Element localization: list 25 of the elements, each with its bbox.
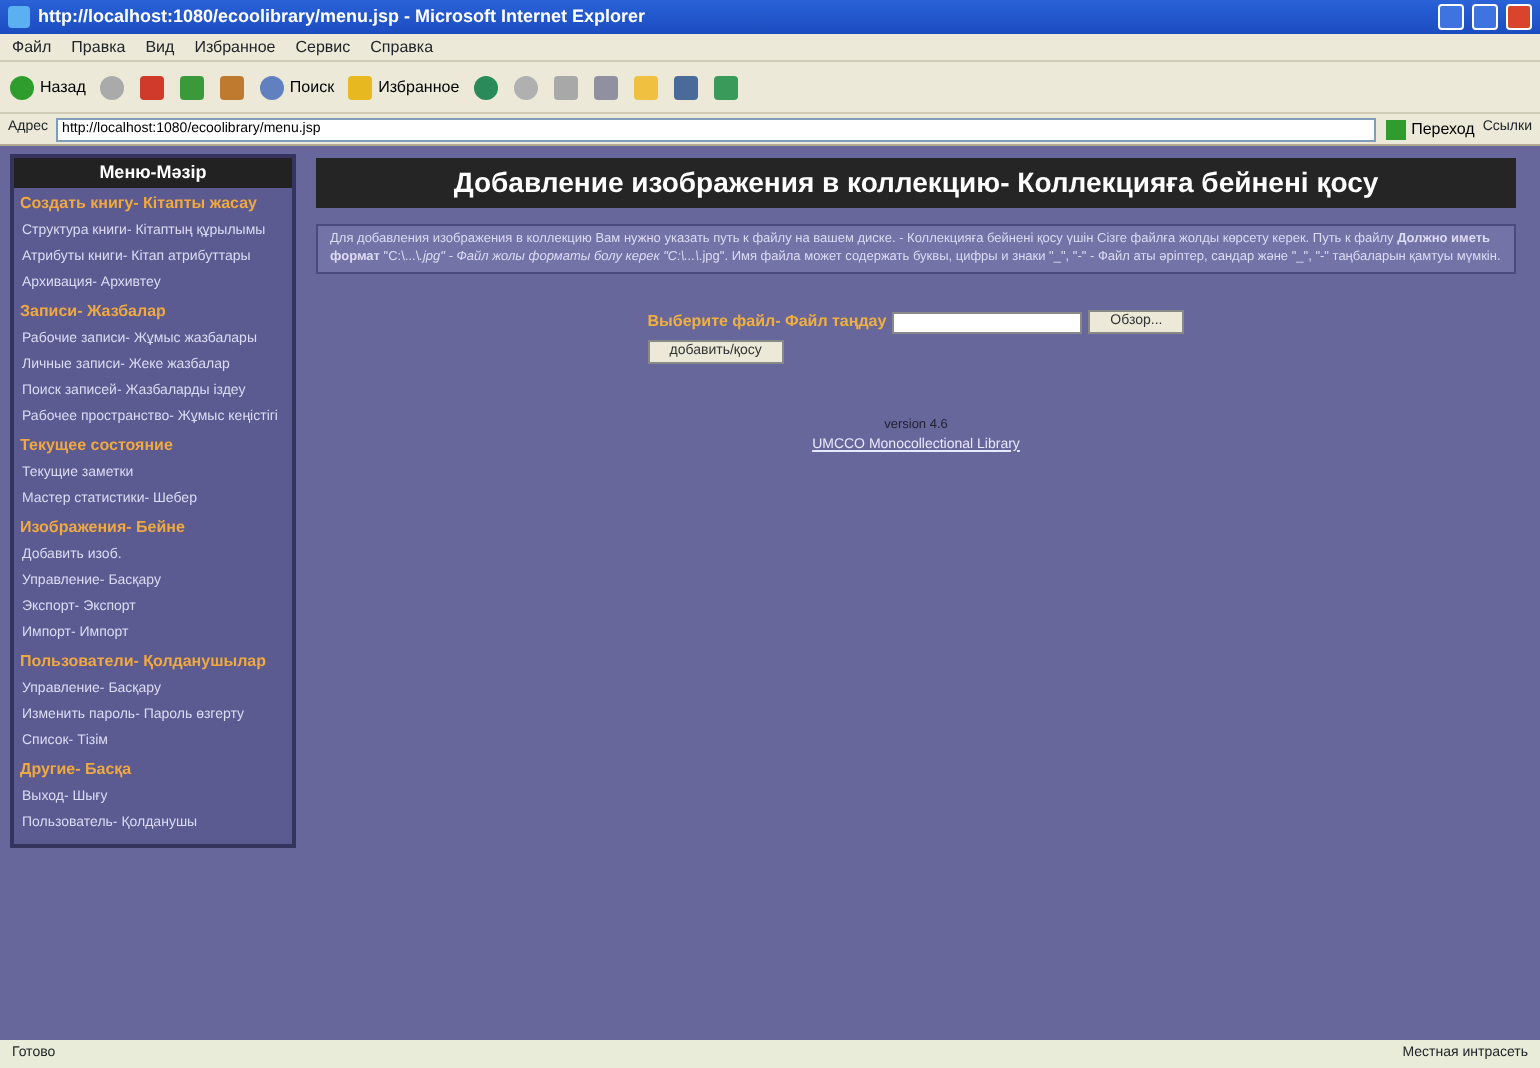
file-label: Выберите файл- Файл таңдау bbox=[647, 310, 887, 334]
menu-item[interactable]: Сервис bbox=[295, 35, 351, 59]
menu-item[interactable]: Правка bbox=[71, 35, 126, 59]
menu-section-header: Изображения- Бейне bbox=[18, 516, 187, 540]
file-field[interactable] bbox=[892, 311, 1083, 333]
menu-item[interactable]: Избранное bbox=[194, 35, 276, 59]
menu-section-header: Пользователи- Қолданушылар bbox=[18, 650, 268, 674]
menu-section-header: Записи- Жазбалар bbox=[18, 300, 168, 324]
menu-item[interactable]: Справка bbox=[370, 35, 434, 59]
menu-section-header: Другие- Басқа bbox=[18, 758, 134, 782]
menu-item[interactable]: Вид bbox=[145, 35, 175, 59]
close-button[interactable] bbox=[1506, 4, 1532, 30]
page-title: Добавление изображения в коллекцию- Коллекцияға бейнені қосу bbox=[316, 158, 1516, 208]
maximize-button[interactable] bbox=[1472, 4, 1498, 30]
browser-icon bbox=[8, 6, 30, 28]
menu-section-header: Создать книгу- Кітапты жасау bbox=[18, 192, 259, 216]
favorites-button[interactable]: Избранное bbox=[346, 73, 460, 101]
menu-item[interactable]: Файл bbox=[12, 35, 52, 59]
back-button[interactable]: Назад bbox=[8, 73, 86, 101]
sidebar-title: Меню-Мәзір bbox=[14, 158, 292, 188]
window-title: http://localhost:1080/ecoolibrary/menu.jsp - Microsoft Internet Explorer bbox=[38, 3, 648, 30]
search-button[interactable]: Поиск bbox=[257, 73, 335, 101]
go-button[interactable]: Переход bbox=[1383, 117, 1475, 141]
minimize-button[interactable] bbox=[1438, 4, 1464, 30]
menu-section-header: Текущее состояние bbox=[18, 434, 175, 458]
